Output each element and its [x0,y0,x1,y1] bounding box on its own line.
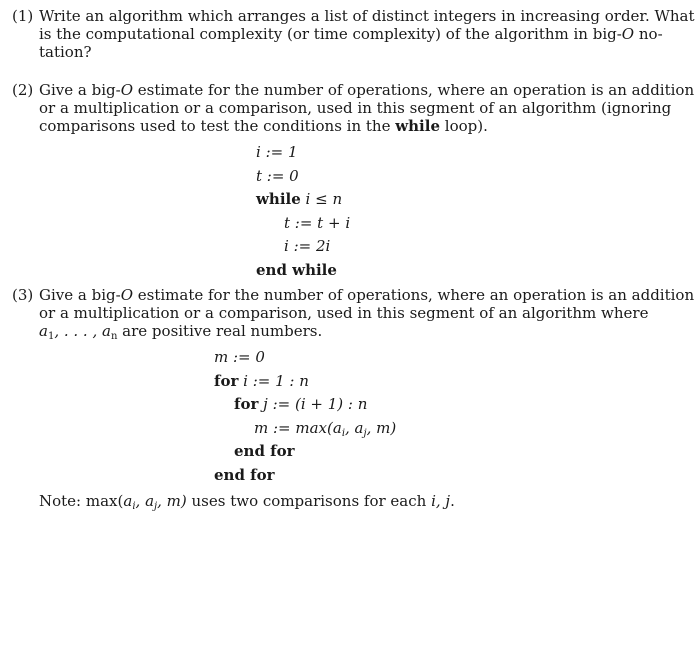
code-line: while i ≤ n [256,190,343,208]
code-line: m := 0 [214,348,265,366]
text-line: is the computational complexity (or time… [39,25,663,43]
code-line: end while [256,260,337,279]
text-line: Write an algorithm which arranges a list… [39,7,695,25]
code-line: m := max(ai, aj, m) [254,418,397,439]
algorithm-block-2: i := 1 t := 0 while i ≤ n t := t + i i :… [256,141,350,282]
code-line: end for [234,442,295,460]
text-line: Give a big-O estimate for the number of … [39,81,695,99]
text-line: a1, . . . , an are positive real numbers… [39,322,323,342]
note: Note: max(ai, aj, m) uses two comparison… [39,492,455,512]
code-line: for i := 1 : n [214,371,309,390]
problem-number: (1) [12,7,34,25]
text-line: or a multiplication or a comparison, use… [39,304,649,322]
problem-number: (2) [12,81,34,99]
text-line: Give a big-O estimate for the number of … [39,286,695,304]
problem-3: (3) Give a big-O estimate for the number… [12,286,695,342]
problem-2: (2) Give a big-O estimate for the number… [12,81,695,135]
text-line: comparisons used to test the conditions … [39,117,488,135]
code-line: i := 1 [256,143,298,161]
code-line: for j := (i + 1) : n [234,395,368,413]
text-line: or a multiplication or a comparison, use… [39,99,672,117]
code-line: t := t + i [284,213,351,232]
problem-number: (3) [12,286,34,304]
algorithm-block-3: m := 0 for i := 1 : n for j := (i + 1) :… [214,346,396,487]
problem-text: Give a big-O estimate for the number of … [39,81,695,135]
text-line: tation? [39,43,92,61]
problem-text: Give a big-O estimate for the number of … [39,286,695,342]
code-line: t := 0 [256,166,299,185]
problem-1: (1) Write an algorithm which arranges a … [12,7,695,61]
problem-text: Write an algorithm which arranges a list… [39,7,695,61]
code-line: i := 2i [284,237,331,255]
code-line: end for [214,465,275,484]
